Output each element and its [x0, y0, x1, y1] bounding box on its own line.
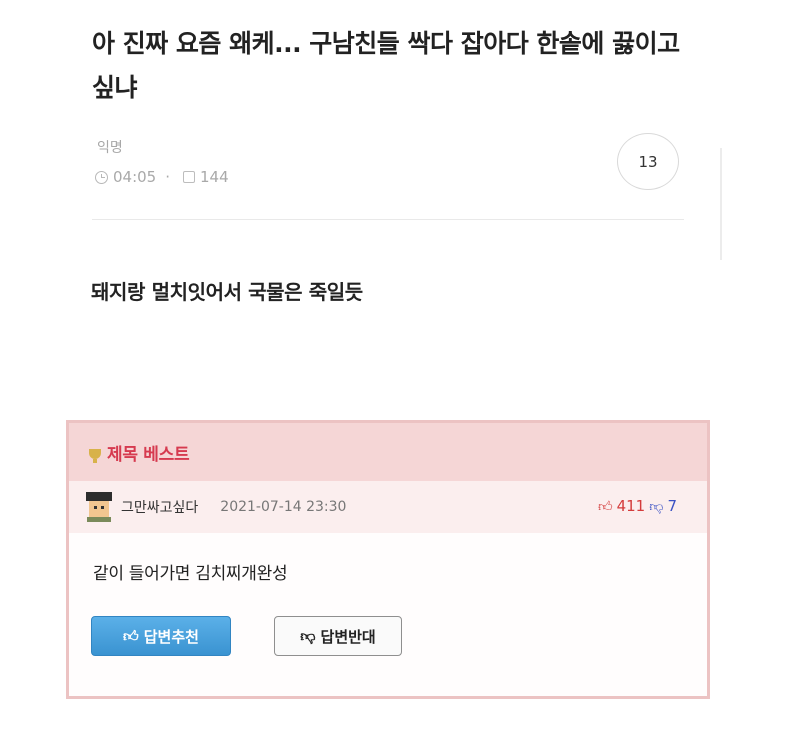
thumb-up-icon: 👍︎ — [123, 626, 139, 645]
divider — [92, 219, 684, 220]
recommend-label: 답변추천 — [143, 627, 199, 646]
thumb-down-icon: 👎︎ — [300, 626, 316, 645]
best-title: 제목 베스트 — [107, 444, 190, 465]
recommend-button[interactable]: 👍︎ 답변추천 — [91, 616, 231, 656]
post-time: 04:05 — [113, 168, 157, 186]
thumb-down-icon: 👎︎ — [649, 498, 664, 515]
post-body: 돼지랑 멀치잇어서 국물은 죽일듯 — [91, 280, 363, 304]
comment-date: 2021-07-14 23:30 — [220, 499, 347, 515]
upvote-count: 411 — [616, 497, 646, 515]
best-comment-row: 그만싸고싶다 2021-07-14 23:30 👍︎ 411 👎︎ 7 — [69, 481, 707, 533]
downvote-count: 7 — [667, 497, 677, 515]
trophy-icon — [89, 449, 101, 463]
vote-counts: 👍︎ 411 👎︎ 7 — [598, 497, 677, 515]
view-count-icon — [183, 171, 196, 183]
comment-text: 같이 들어가면 김치찌개완성 — [93, 564, 288, 584]
comment-count-button[interactable]: 13 — [617, 133, 679, 190]
best-comment-panel: 제목 베스트 그만싸고싶다 2021-07-14 23:30 👍︎ 411 👎︎… — [66, 420, 710, 699]
post-title: 아 진짜 요즘 왜케... 구남친들 싹다 잡아다 한솥에 끓이고싶냐 — [92, 29, 680, 102]
best-header: 제목 베스트 — [69, 423, 707, 481]
avatar[interactable] — [85, 492, 113, 522]
thumb-up-icon: 👍︎ — [597, 498, 613, 515]
comment-username[interactable]: 그만싸고싶다 — [121, 497, 198, 517]
oppose-button[interactable]: 👎︎ 답변반대 — [274, 616, 402, 656]
oppose-label: 답변반대 — [320, 627, 376, 646]
post-author: 익명 — [97, 140, 123, 156]
meta-separator: · — [165, 168, 171, 186]
scrollbar — [720, 148, 722, 260]
post-meta: 04:05 · 144 — [95, 168, 229, 186]
post-views: 144 — [200, 168, 229, 186]
clock-icon — [95, 170, 108, 184]
